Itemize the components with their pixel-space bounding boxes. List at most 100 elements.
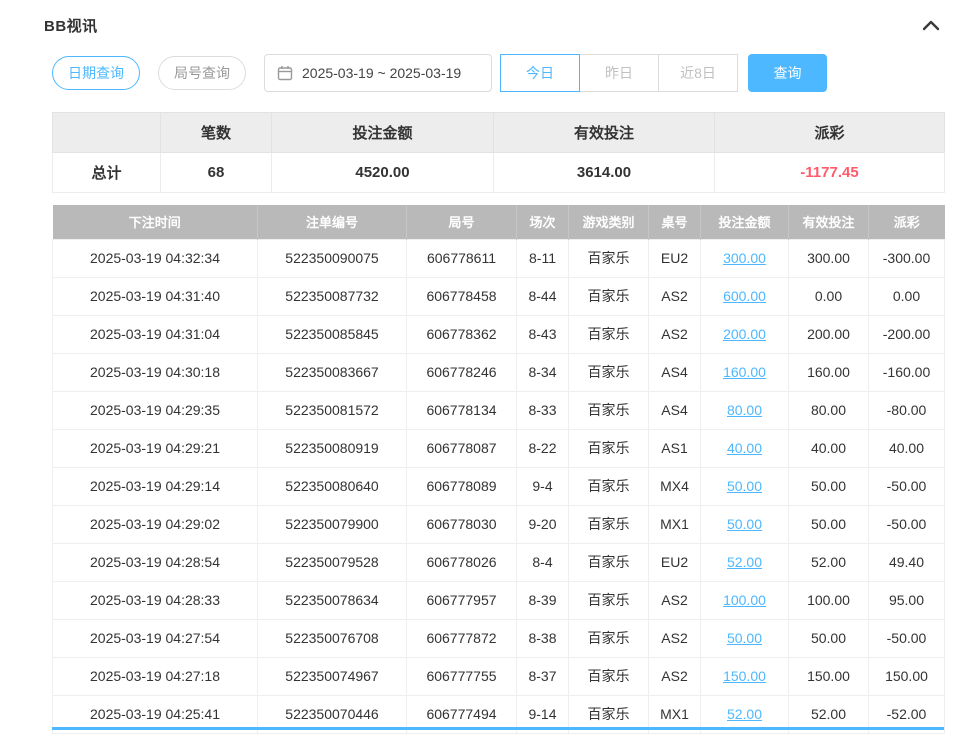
- bet-amount-link[interactable]: 300.00: [723, 250, 766, 266]
- cell-bet-amount: 160.00: [701, 353, 789, 391]
- summary-header-row: 笔数 投注金额 有效投注 派彩: [53, 113, 945, 153]
- table-row: 2025-03-19 04:32:34522350090075606778611…: [53, 239, 945, 277]
- bet-amount-link[interactable]: 52.00: [727, 554, 762, 570]
- col-header-time: 下注时间: [53, 205, 258, 239]
- bet-amount-link[interactable]: 150.00: [723, 668, 766, 684]
- bet-amount-link[interactable]: 50.00: [727, 630, 762, 646]
- cell-table-no: MX1: [649, 505, 701, 543]
- cell-table-no: AS2: [649, 657, 701, 695]
- date-query-button[interactable]: 日期查询: [52, 56, 140, 90]
- table-row: 2025-03-19 04:29:35522350081572606778134…: [53, 391, 945, 429]
- table-row: 2025-03-19 04:29:02522350079900606778030…: [53, 505, 945, 543]
- cell-session: 9-4: [517, 467, 569, 505]
- cell-table-no: MX4: [649, 467, 701, 505]
- cell-valid-bet: 80.00: [789, 391, 869, 429]
- bet-amount-link[interactable]: 52.00: [727, 706, 762, 722]
- cell-payout: -80.00: [869, 391, 945, 429]
- cell-payout: 49.40: [869, 543, 945, 581]
- bet-amount-link[interactable]: 600.00: [723, 288, 766, 304]
- cell-table-no: AS2: [649, 619, 701, 657]
- cell-payout: 0.00: [869, 277, 945, 315]
- cell-round-id: 606778026: [407, 543, 517, 581]
- today-button[interactable]: 今日: [500, 54, 580, 92]
- cell-bet-id: 522350080919: [258, 429, 407, 467]
- date-range-input[interactable]: 2025-03-19 ~ 2025-03-19: [264, 54, 492, 92]
- section-header: BB视讯: [44, 12, 944, 38]
- bet-amount-link[interactable]: 80.00: [727, 402, 762, 418]
- cell-game-type: 百家乐: [569, 657, 649, 695]
- cell-time: 2025-03-19 04:27:18: [53, 657, 258, 695]
- summary-header-bet-amount: 投注金额: [272, 113, 494, 153]
- table-row: 2025-03-19 04:31:40522350087732606778458…: [53, 277, 945, 315]
- bet-amount-link[interactable]: 160.00: [723, 364, 766, 380]
- cell-bet-id: 522350078634: [258, 581, 407, 619]
- bet-amount-link[interactable]: 50.00: [727, 478, 762, 494]
- quick-range-group: 今日 昨日 近8日: [500, 54, 738, 92]
- cell-round-id: 606778089: [407, 467, 517, 505]
- cell-game-type: 百家乐: [569, 277, 649, 315]
- table-row: 2025-03-19 04:29:21522350080919606778087…: [53, 429, 945, 467]
- cell-valid-bet: 50.00: [789, 505, 869, 543]
- summary-total-row: 总计 68 4520.00 3614.00 -1177.45: [53, 153, 945, 193]
- cell-bet-id: 522350080640: [258, 467, 407, 505]
- cell-time: 2025-03-19 04:27:54: [53, 619, 258, 657]
- cell-bet-amount: 50.00: [701, 619, 789, 657]
- table-row: 2025-03-19 04:27:54522350076708606777872…: [53, 619, 945, 657]
- cell-bet-id: 522350085845: [258, 315, 407, 353]
- records-body: 2025-03-19 04:32:34522350090075606778611…: [53, 239, 945, 733]
- cell-game-type: 百家乐: [569, 543, 649, 581]
- chevron-up-icon: [922, 19, 940, 31]
- cell-table-no: AS1: [649, 429, 701, 467]
- cell-valid-bet: 200.00: [789, 315, 869, 353]
- cell-table-no: EU2: [649, 543, 701, 581]
- cell-session: 9-20: [517, 505, 569, 543]
- cell-bet-amount: 50.00: [701, 467, 789, 505]
- date-range-value: 2025-03-19 ~ 2025-03-19: [302, 65, 461, 81]
- cell-game-type: 百家乐: [569, 353, 649, 391]
- cell-session: 8-22: [517, 429, 569, 467]
- cell-bet-id: 522350083667: [258, 353, 407, 391]
- cell-bet-amount: 300.00: [701, 239, 789, 277]
- cell-payout: -160.00: [869, 353, 945, 391]
- cell-bet-id: 522350079900: [258, 505, 407, 543]
- records-header-row: 下注时间 注单编号 局号 场次 游戏类别 桌号 投注金额 有效投注 派彩: [53, 205, 945, 239]
- table-row: 2025-03-19 04:31:04522350085845606778362…: [53, 315, 945, 353]
- cell-time: 2025-03-19 04:28:33: [53, 581, 258, 619]
- table-row: 2025-03-19 04:29:14522350080640606778089…: [53, 467, 945, 505]
- bet-amount-link[interactable]: 40.00: [727, 440, 762, 456]
- cell-table-no: AS2: [649, 315, 701, 353]
- yesterday-button[interactable]: 昨日: [579, 54, 659, 92]
- bet-amount-link[interactable]: 200.00: [723, 326, 766, 342]
- cell-time: 2025-03-19 04:30:18: [53, 353, 258, 391]
- cell-table-no: AS4: [649, 353, 701, 391]
- cell-table-no: AS4: [649, 391, 701, 429]
- cell-session: 8-33: [517, 391, 569, 429]
- collapse-button[interactable]: [918, 17, 944, 33]
- search-button[interactable]: 查询: [748, 54, 827, 92]
- cell-game-type: 百家乐: [569, 239, 649, 277]
- summary-valid-bet-value: 3614.00: [494, 153, 715, 193]
- cell-round-id: 606778458: [407, 277, 517, 315]
- last-8-days-button[interactable]: 近8日: [658, 54, 738, 92]
- cell-table-no: EU2: [649, 239, 701, 277]
- cell-valid-bet: 160.00: [789, 353, 869, 391]
- bet-amount-link[interactable]: 50.00: [727, 516, 762, 532]
- cell-session: 8-44: [517, 277, 569, 315]
- bet-amount-link[interactable]: 100.00: [723, 592, 766, 608]
- cell-game-type: 百家乐: [569, 467, 649, 505]
- cell-payout: -300.00: [869, 239, 945, 277]
- cell-bet-amount: 50.00: [701, 505, 789, 543]
- cell-round-id: 606778087: [407, 429, 517, 467]
- col-header-round-id: 局号: [407, 205, 517, 239]
- cell-bet-amount: 600.00: [701, 277, 789, 315]
- cell-valid-bet: 50.00: [789, 467, 869, 505]
- cell-bet-id: 522350076708: [258, 619, 407, 657]
- col-header-game-type: 游戏类别: [569, 205, 649, 239]
- round-query-button[interactable]: 局号查询: [158, 56, 246, 90]
- cell-round-id: 606778134: [407, 391, 517, 429]
- page: BB视讯 日期查询 局号查询 2025-03-19 ~ 2025-03-19 今…: [0, 0, 980, 730]
- cell-bet-id: 522350074967: [258, 657, 407, 695]
- summary-bet-amount-value: 4520.00: [272, 153, 494, 193]
- summary-count-value: 68: [161, 153, 272, 193]
- cell-game-type: 百家乐: [569, 581, 649, 619]
